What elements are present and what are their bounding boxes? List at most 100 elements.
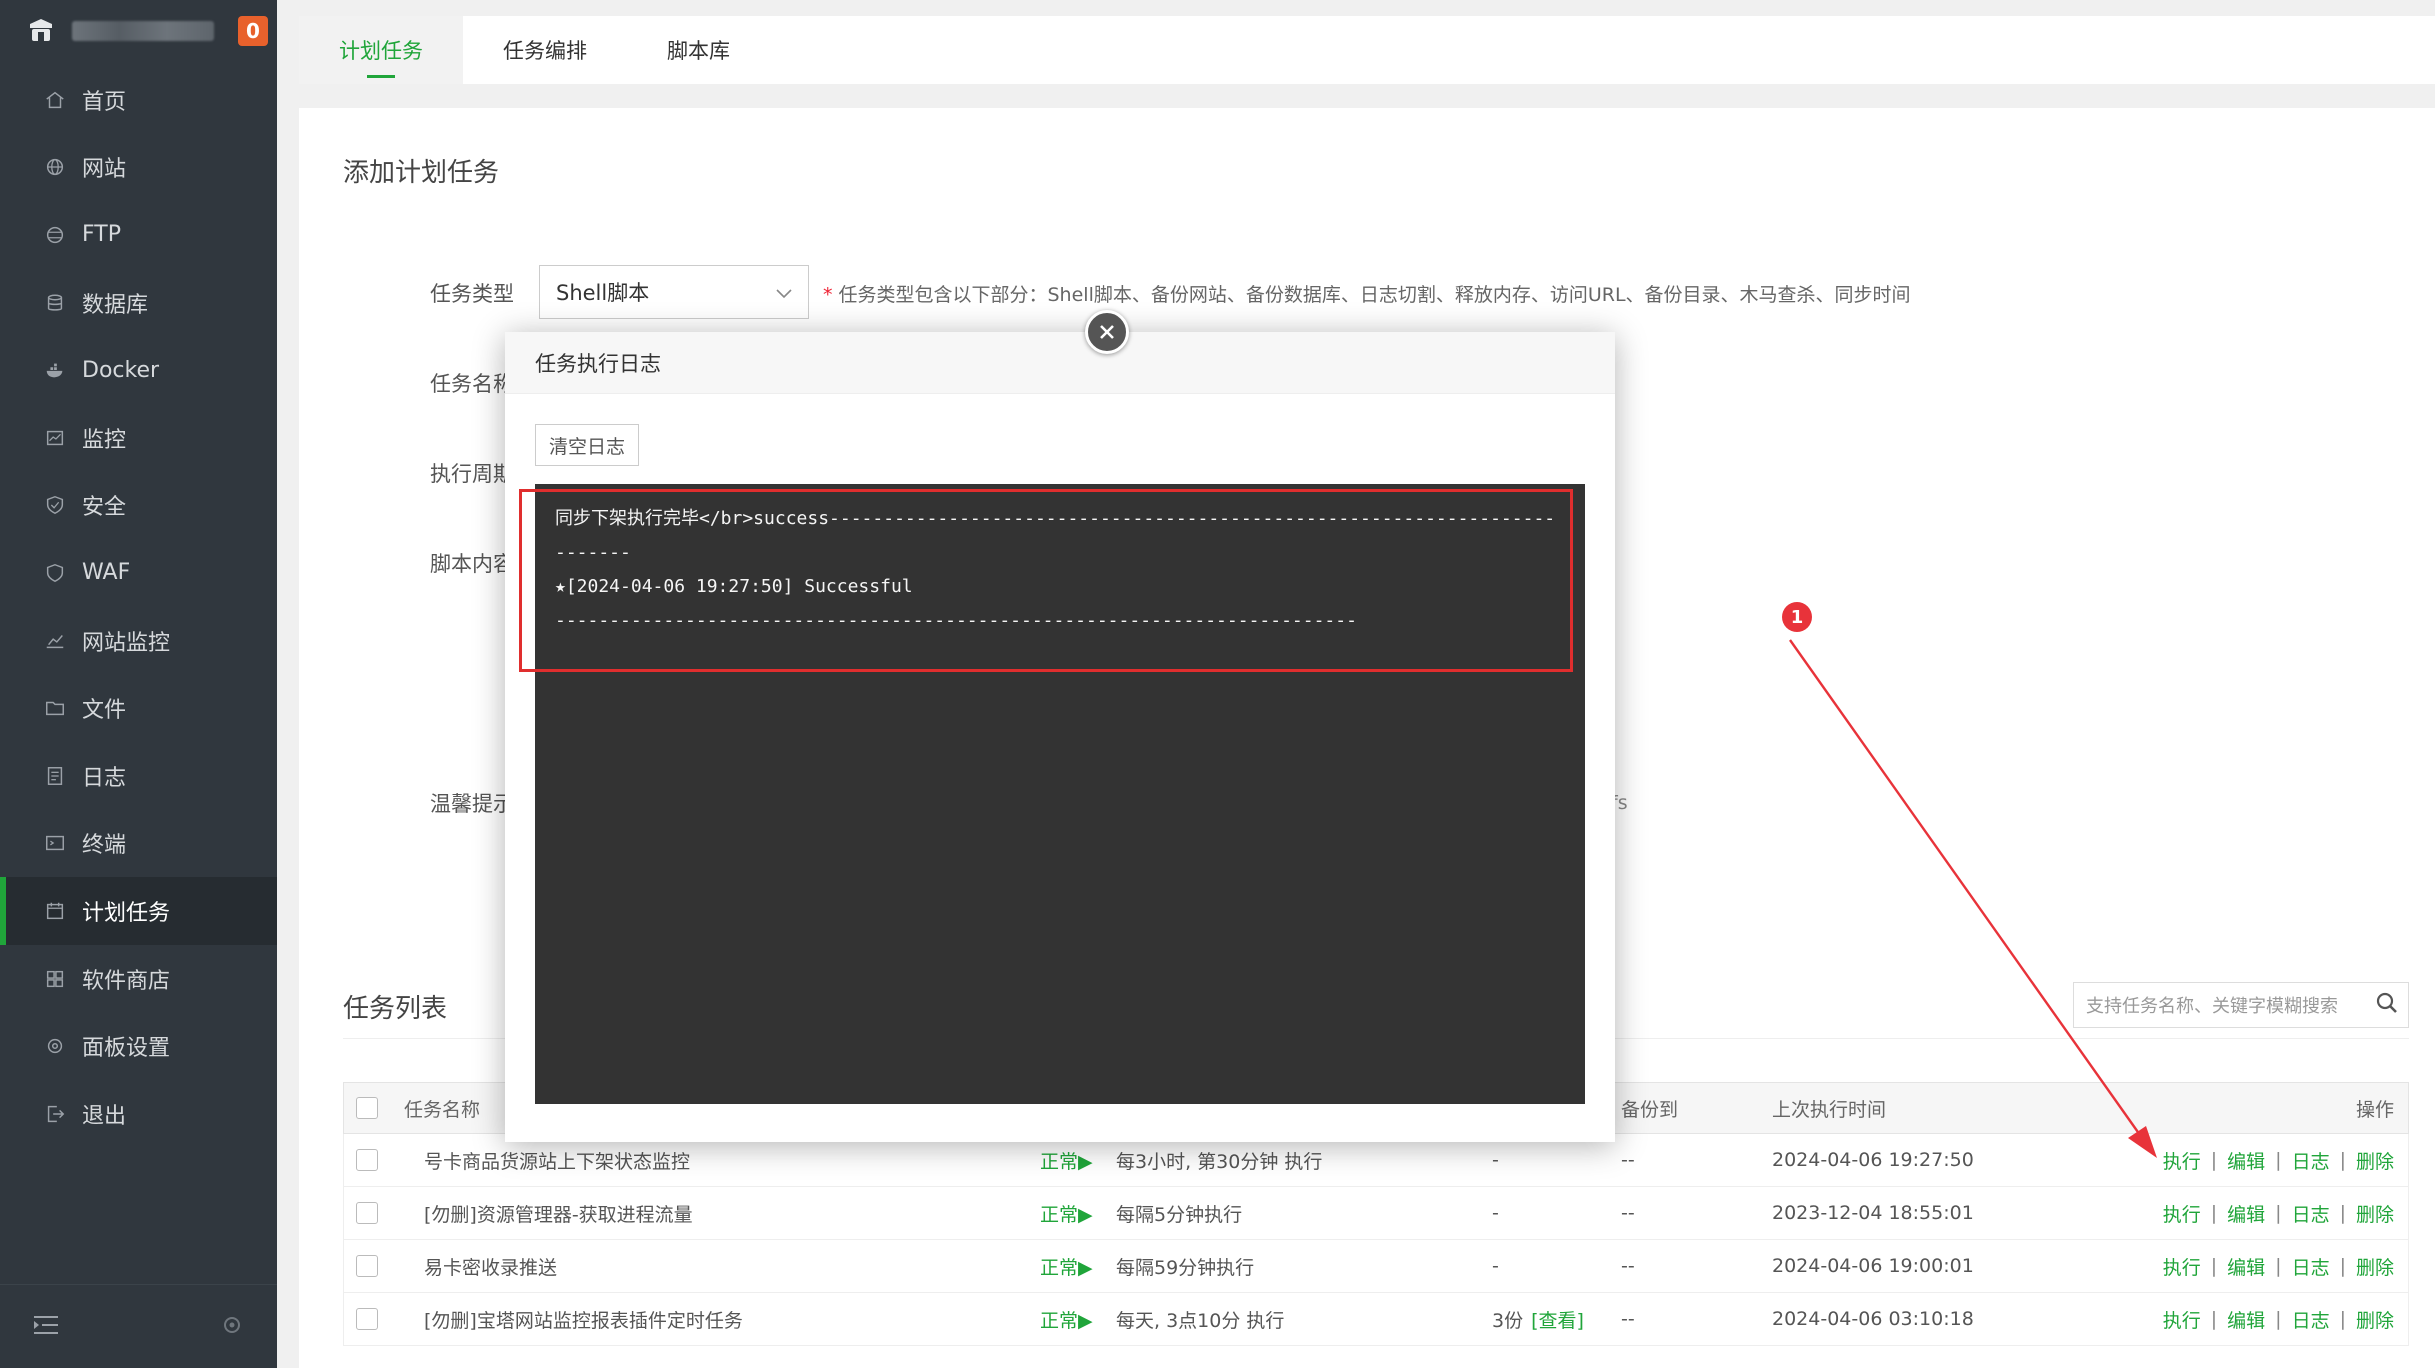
clear-log-button[interactable]: 清空日志: [535, 424, 639, 466]
sidebar-item[interactable]: WAF: [0, 539, 277, 607]
task-list-title: 任务列表: [343, 994, 448, 1024]
backup-to: --: [1621, 1308, 1635, 1330]
action-edit-link[interactable]: 编辑: [2227, 1200, 2265, 1227]
gear-icon[interactable]: [221, 1314, 243, 1340]
sidebar-item[interactable]: 监控: [0, 404, 277, 472]
sidebar-item[interactable]: 首页: [0, 66, 277, 134]
sidebar-item-label: 安全: [82, 495, 127, 521]
sidebar-item[interactable]: 终端: [0, 810, 277, 878]
backup-cell: -: [1492, 1187, 1499, 1239]
view-backup-link[interactable]: [查看]: [1531, 1306, 1584, 1333]
select-all-checkbox[interactable]: [356, 1097, 378, 1119]
action-delete-link[interactable]: 删除: [2356, 1200, 2394, 1227]
task-type-label: 任务类型: [430, 282, 514, 306]
sidebar-item-label: 网站监控: [82, 630, 171, 656]
tab-task-orchestration[interactable]: 任务编排: [463, 16, 627, 84]
task-type-select[interactable]: Shell脚本: [539, 265, 809, 319]
action-run-link[interactable]: 执行: [2163, 1147, 2201, 1174]
action-run-link[interactable]: 执行: [2163, 1253, 2201, 1280]
annotation-marker: 1: [1782, 602, 1812, 632]
row-actions: 执行 | 编辑 | 日志 | 删除: [2163, 1293, 2394, 1345]
action-edit-link[interactable]: 编辑: [2227, 1253, 2265, 1280]
sidebar-item[interactable]: FTP: [0, 201, 277, 269]
sidebar-item[interactable]: 网站: [0, 134, 277, 202]
tips-label: 温馨提示: [430, 792, 514, 816]
tab-bar: 计划任务 任务编排 脚本库: [299, 16, 2435, 84]
last-run-time: 2023-12-04 18:55:01: [1772, 1202, 1974, 1224]
header-backup-to: 备份到: [1621, 1098, 1679, 1121]
sidebar-header: 0: [0, 0, 277, 62]
action-separator: |: [2339, 1308, 2346, 1330]
terminal-icon: [42, 830, 68, 856]
backup-to: --: [1621, 1202, 1635, 1224]
sidebar-item[interactable]: Docker: [0, 336, 277, 404]
row-checkbox[interactable]: [356, 1202, 378, 1224]
action-separator: |: [2339, 1149, 2346, 1171]
globe-icon: [42, 154, 68, 180]
row-checkbox[interactable]: [356, 1308, 378, 1330]
action-separator: |: [2275, 1149, 2282, 1171]
task-log-modal: 任务执行日志 清空日志 同步下架执行完毕</br>success--------…: [505, 332, 1615, 1142]
sidebar-item-label: 数据库: [82, 292, 149, 318]
sidebar-item-label: 文件: [82, 698, 127, 724]
row-checkbox[interactable]: [356, 1255, 378, 1277]
action-log-link[interactable]: 日志: [2292, 1200, 2330, 1227]
row-checkbox[interactable]: [356, 1149, 378, 1171]
action-separator: |: [2210, 1255, 2218, 1277]
sidebar-item[interactable]: 日志: [0, 742, 277, 810]
task-search-input[interactable]: 支持任务名称、关键字模糊搜索: [2073, 982, 2409, 1028]
sidebar-item[interactable]: 面板设置: [0, 1012, 277, 1080]
task-status[interactable]: 正常▶: [1040, 1240, 1093, 1292]
backup-count: 3份: [1492, 1309, 1524, 1332]
collapse-menu-icon[interactable]: [34, 1315, 58, 1339]
task-name: [勿删]资源管理器-获取进程流量: [424, 1203, 693, 1226]
grid-icon: [42, 966, 68, 992]
action-run-link[interactable]: 执行: [2163, 1306, 2201, 1333]
action-separator: |: [2275, 1308, 2282, 1330]
sidebar-item[interactable]: 安全: [0, 472, 277, 540]
script-content-label: 脚本内容: [430, 552, 514, 576]
task-status[interactable]: 正常▶: [1040, 1293, 1093, 1345]
backup-cell: 3份 [查看]: [1492, 1293, 1584, 1345]
action-edit-link[interactable]: 编辑: [2227, 1306, 2265, 1333]
chevron-down-icon: [776, 280, 792, 304]
action-log-link[interactable]: 日志: [2292, 1147, 2330, 1174]
sidebar-item[interactable]: 文件: [0, 674, 277, 742]
waf-icon: [42, 560, 68, 586]
backup-count: -: [1492, 1255, 1499, 1277]
task-status[interactable]: 正常▶: [1040, 1187, 1093, 1239]
sidebar-item[interactable]: 数据库: [0, 269, 277, 337]
action-edit-link[interactable]: 编辑: [2227, 1147, 2265, 1174]
last-run-time: 2024-04-06 19:00:01: [1772, 1255, 1974, 1277]
sidebar-item[interactable]: 退出: [0, 1080, 277, 1148]
tab-script-library[interactable]: 脚本库: [627, 16, 770, 84]
action-log-link[interactable]: 日志: [2292, 1306, 2330, 1333]
action-delete-link[interactable]: 删除: [2356, 1253, 2394, 1280]
action-run-link[interactable]: 执行: [2163, 1200, 2201, 1227]
action-separator: |: [2339, 1202, 2346, 1224]
action-separator: |: [2339, 1255, 2346, 1277]
tab-cron-tasks[interactable]: 计划任务: [299, 16, 463, 84]
action-separator: |: [2275, 1255, 2282, 1277]
cycle-label: 执行周期: [430, 462, 514, 486]
log-icon: [42, 763, 68, 789]
search-icon[interactable]: [2376, 992, 2398, 1019]
sidebar-item[interactable]: 计划任务: [0, 877, 277, 945]
sidebar-item[interactable]: 软件商店: [0, 945, 277, 1013]
sidebar-item-label: FTP: [82, 222, 121, 248]
backup-to: --: [1621, 1255, 1635, 1277]
task-name-label: 任务名称: [430, 372, 514, 396]
sidebar-item-label: 监控: [82, 427, 127, 453]
action-delete-link[interactable]: 删除: [2356, 1147, 2394, 1174]
alert-count-badge[interactable]: 0: [238, 16, 268, 46]
task-name: 易卡密收录推送: [424, 1256, 558, 1279]
sidebar-item[interactable]: 网站监控: [0, 607, 277, 675]
close-icon[interactable]: [1085, 310, 1129, 354]
sidebar: 0 首页网站 FTP 数据库 Docker 监控安全 WAF 网站监控文件日志 终端计划任务软…: [0, 0, 277, 1368]
sidebar-item-label: 计划任务: [82, 900, 171, 926]
sidebar-item-label: 首页: [82, 89, 127, 115]
action-separator: |: [2275, 1202, 2282, 1224]
action-log-link[interactable]: 日志: [2292, 1253, 2330, 1280]
folder-icon: [42, 695, 68, 721]
action-delete-link[interactable]: 删除: [2356, 1306, 2394, 1333]
